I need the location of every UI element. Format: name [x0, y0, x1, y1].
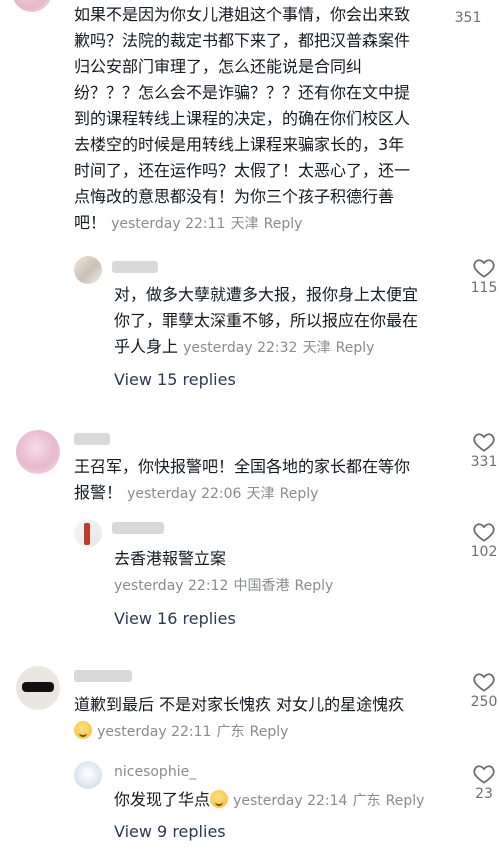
- reply-timestamp: yesterday 22:32: [183, 340, 298, 356]
- like-count: 250: [470, 694, 498, 710]
- reply-button[interactable]: Reply: [280, 486, 319, 502]
- reply-text: 你发现了华点 yesterday 22:14 广东 Reply: [114, 790, 425, 809]
- view-replies-button[interactable]: View 15 replies: [114, 370, 236, 389]
- reply-location: 中国香港: [233, 578, 290, 594]
- comment-text: 王召军，你快报警吧！全国各地的家长都在等你 报警！ yesterday 22:0…: [74, 457, 411, 502]
- reply-location: 天津: [302, 340, 331, 356]
- like-count: 115: [470, 280, 498, 296]
- like-button[interactable]: 250: [464, 672, 499, 710]
- comment-timestamp: yesterday 22:06: [127, 486, 242, 502]
- reply-button[interactable]: Reply: [295, 578, 334, 594]
- heart-outline-icon[interactable]: [464, 258, 499, 278]
- like-button[interactable]: 23: [464, 764, 499, 802]
- like-count: 351: [454, 10, 482, 26]
- comment-location: 天津: [246, 486, 275, 502]
- sunglasses-decoration: [22, 682, 54, 692]
- grinning-face-emoji: [210, 790, 229, 808]
- heart-outline-icon[interactable]: [464, 764, 499, 784]
- reply-button[interactable]: Reply: [336, 340, 375, 356]
- heart-outline-icon[interactable]: [464, 432, 499, 452]
- heart-outline-icon[interactable]: [464, 672, 499, 692]
- reply-button[interactable]: Reply: [264, 216, 303, 232]
- view-replies-button[interactable]: View 9 replies: [114, 822, 226, 841]
- comment-location: 广东: [216, 724, 245, 740]
- commenter-avatar[interactable]: [16, 666, 60, 710]
- like-count: 23: [475, 786, 493, 802]
- reply-location: 广东: [352, 793, 381, 809]
- reply-avatar[interactable]: [74, 256, 102, 284]
- commenter-username-blurred: [74, 433, 110, 445]
- comment-text: 道歉到最后 不是对家长愧疚 对女儿的星途愧疚 yesterday 22:11 广…: [74, 695, 405, 740]
- reply-timestamp: yesterday 22:14: [233, 793, 348, 809]
- like-count: 102: [470, 544, 498, 560]
- reply-username-blurred: [112, 261, 158, 273]
- like-button[interactable]: 331: [464, 432, 499, 470]
- reply-username-blurred: [112, 522, 164, 534]
- comment-text: 如果不是因为你女儿港姐这个事情，你会出来致 歉吗？法院的裁定书都下来了，都把汉普…: [74, 5, 411, 232]
- commenter-avatar[interactable]: [16, 430, 60, 474]
- commenter-username-blurred: [74, 670, 132, 682]
- avatar-accent: [84, 523, 90, 545]
- reply-text: 去香港報警立案 yesterday 22:12 中国香港 Reply: [114, 549, 334, 594]
- comment-timestamp: yesterday 22:11: [97, 724, 212, 740]
- comment-location: 天津: [230, 216, 259, 232]
- like-button[interactable]: 351: [448, 8, 488, 26]
- grinning-face-emoji: [74, 721, 92, 739]
- heart-outline-icon[interactable]: [464, 522, 499, 542]
- like-button[interactable]: 115: [464, 258, 499, 296]
- view-replies-button[interactable]: View 16 replies: [114, 609, 236, 628]
- reply-avatar[interactable]: [74, 761, 102, 789]
- reply-button[interactable]: Reply: [386, 793, 425, 809]
- reply-username[interactable]: nicesophie_: [114, 764, 196, 780]
- comment-timestamp: yesterday 22:11: [111, 216, 226, 232]
- reply-text: 对，做多大孽就遭多大报，报你身上太便宜 你了，罪孽太深重不够，所以报应在你最在 …: [114, 285, 419, 356]
- like-count: 331: [470, 454, 498, 470]
- commenter-avatar[interactable]: [12, 0, 52, 12]
- reply-button[interactable]: Reply: [250, 724, 289, 740]
- like-button[interactable]: 102: [464, 522, 499, 560]
- reply-timestamp: yesterday 22:12: [114, 578, 229, 594]
